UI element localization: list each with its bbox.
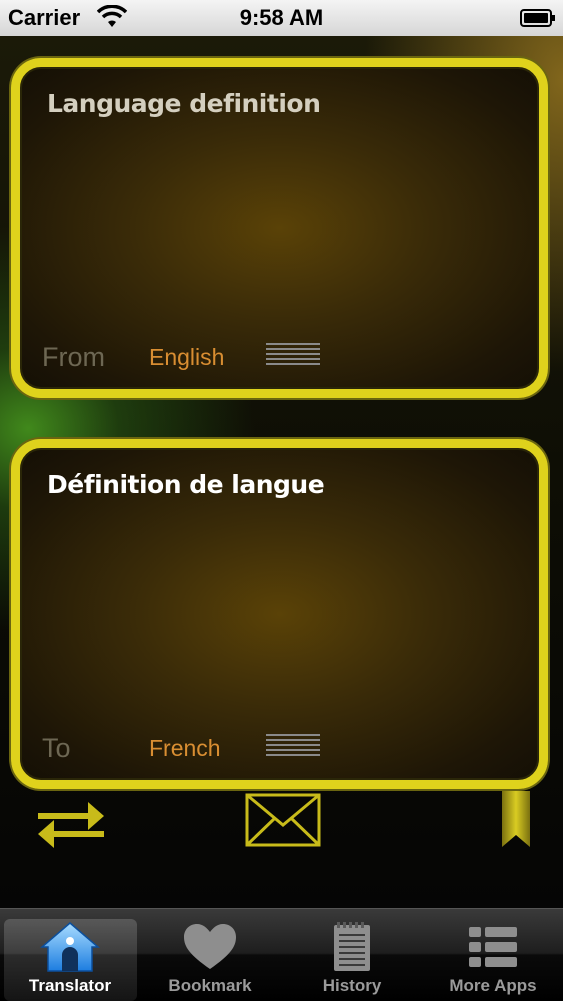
bookmark-icon[interactable] — [500, 789, 532, 849]
target-text: Définition de langue — [47, 470, 325, 499]
target-text-panel[interactable]: Définition de langue To French — [11, 439, 548, 789]
tab-history[interactable]: History — [282, 909, 422, 1001]
notepad-icon — [334, 922, 370, 971]
target-footer: To French — [42, 730, 342, 764]
tab-label-bookmark: Bookmark — [168, 976, 252, 995]
battery-icon — [520, 9, 555, 27]
tab-label-history: History — [322, 976, 382, 995]
tab-label-more-apps: More Apps — [449, 976, 537, 995]
main-area: Language definition From English Définit… — [0, 36, 563, 908]
mail-icon[interactable] — [245, 793, 321, 847]
status-bar: Carrier 9:58 AM — [0, 0, 563, 36]
tab-translator[interactable]: Translator — [0, 909, 140, 1001]
tab-label-translator: Translator — [28, 976, 112, 995]
source-text-panel[interactable]: Language definition From English — [11, 58, 548, 398]
source-text[interactable]: Language definition — [47, 89, 321, 118]
list-icon — [469, 927, 517, 967]
heart-icon — [184, 924, 236, 969]
source-footer: From English — [42, 339, 342, 373]
tab-bar: Translator Bookmark History More Apps — [0, 908, 563, 1001]
source-language-menu-icon[interactable] — [266, 343, 320, 371]
target-language-menu-icon[interactable] — [266, 734, 320, 762]
tab-bookmark[interactable]: Bookmark — [140, 909, 280, 1001]
source-language-selector[interactable]: English — [149, 344, 224, 371]
to-label: To — [42, 733, 71, 763]
target-language-selector[interactable]: French — [149, 735, 221, 762]
clock: 9:58 AM — [239, 5, 324, 30]
house-icon — [40, 922, 100, 972]
from-label: From — [42, 342, 105, 372]
tab-more-apps[interactable]: More Apps — [423, 909, 563, 1001]
swap-icon[interactable] — [36, 796, 106, 848]
